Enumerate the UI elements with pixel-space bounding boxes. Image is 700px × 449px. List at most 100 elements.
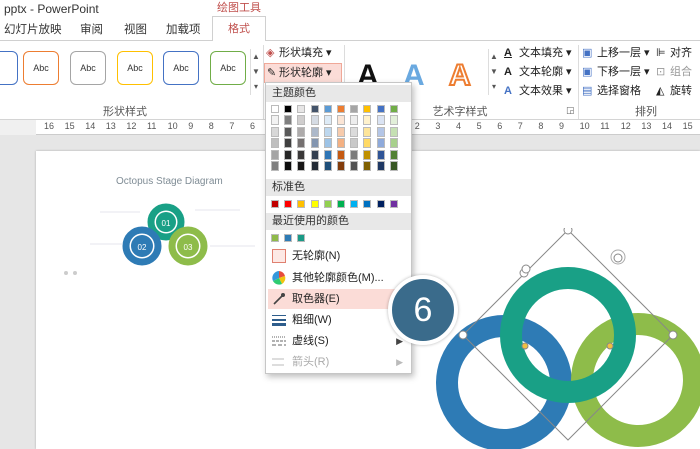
rotate-button[interactable]: ◭ 旋转 <box>656 82 692 100</box>
shape-style-preset[interactable]: Abc <box>70 51 106 85</box>
theme-color-swatch[interactable] <box>310 138 319 148</box>
theme-color-swatch[interactable] <box>376 115 385 125</box>
bring-forward-button[interactable]: ▣ 上移一层 ▾ <box>582 44 650 62</box>
theme-color-swatch[interactable] <box>323 105 332 113</box>
theme-color-swatch[interactable] <box>284 126 293 137</box>
align-button[interactable]: ⊫ 对齐 <box>656 44 692 62</box>
standard-color-swatch[interactable] <box>337 200 345 208</box>
theme-color-swatch[interactable] <box>337 105 345 113</box>
theme-color-swatch[interactable] <box>297 126 306 137</box>
send-backward-button[interactable]: ▣ 下移一层 ▾ <box>582 63 650 81</box>
tab-view[interactable]: 视图 <box>124 21 147 39</box>
shape-style-preset[interactable]: Abc <box>163 51 199 85</box>
theme-color-swatch[interactable] <box>350 149 359 160</box>
theme-color-swatch[interactable] <box>363 105 372 113</box>
theme-color-swatch[interactable] <box>271 126 279 137</box>
theme-color-swatch[interactable] <box>271 115 279 125</box>
theme-color-swatch[interactable] <box>297 149 306 160</box>
theme-color-swatch[interactable] <box>363 138 372 148</box>
theme-color-swatch[interactable] <box>337 115 345 125</box>
theme-color-swatch[interactable] <box>389 115 398 125</box>
standard-color-swatch[interactable] <box>297 200 306 208</box>
theme-color-swatch[interactable] <box>363 126 372 137</box>
theme-color-swatch[interactable] <box>350 105 359 113</box>
theme-color-swatch[interactable] <box>323 115 332 125</box>
theme-color-swatch[interactable] <box>363 161 372 171</box>
shape-style-preset[interactable]: Abc <box>210 51 246 85</box>
text-effect-button[interactable]: A 文本效果 ▾ <box>504 82 572 100</box>
theme-color-swatch[interactable] <box>337 161 345 171</box>
theme-color-swatch[interactable] <box>323 161 332 171</box>
tab-review[interactable]: 审阅 <box>80 21 103 39</box>
more-outline-colors-item[interactable]: 其他轮廓颜色(M)... <box>268 268 409 288</box>
theme-color-swatch[interactable] <box>389 161 398 171</box>
theme-color-swatch[interactable] <box>271 105 279 113</box>
theme-color-swatch[interactable] <box>350 126 359 137</box>
recent-color-swatch[interactable] <box>271 234 279 242</box>
theme-color-swatch[interactable] <box>310 115 319 125</box>
text-fill-button[interactable]: A 文本填充 ▾ <box>504 44 572 62</box>
arrows-item[interactable]: 箭头(R) ▶ <box>268 352 409 372</box>
theme-color-swatch[interactable] <box>284 149 293 160</box>
shape-style-preset[interactable] <box>0 51 18 85</box>
tab-format[interactable]: 格式 <box>212 16 266 41</box>
theme-color-swatch[interactable] <box>310 149 319 160</box>
theme-color-swatch[interactable] <box>363 149 372 160</box>
thumbnail-diagram[interactable]: 01 02 03 <box>60 190 260 285</box>
theme-color-swatch[interactable] <box>297 161 306 171</box>
theme-color-swatch[interactable] <box>350 138 359 148</box>
theme-color-swatch[interactable] <box>297 115 306 125</box>
theme-color-swatch[interactable] <box>284 115 293 125</box>
recent-color-swatch[interactable] <box>284 234 293 242</box>
theme-color-swatch[interactable] <box>271 138 279 148</box>
theme-color-swatch[interactable] <box>297 105 306 113</box>
theme-color-swatch[interactable] <box>310 126 319 137</box>
theme-color-swatch[interactable] <box>376 126 385 137</box>
standard-color-swatch[interactable] <box>389 200 398 208</box>
theme-color-swatch[interactable] <box>323 126 332 137</box>
standard-color-swatch[interactable] <box>284 200 293 208</box>
standard-color-swatch[interactable] <box>376 200 385 208</box>
theme-color-swatch[interactable] <box>376 149 385 160</box>
theme-color-swatch[interactable] <box>389 138 398 148</box>
standard-color-swatch[interactable] <box>323 200 332 208</box>
theme-color-swatch[interactable] <box>297 138 306 148</box>
group-button[interactable]: ⊡ 组合 <box>656 63 692 81</box>
no-outline-item[interactable]: 无轮廓(N) <box>268 246 409 266</box>
theme-color-swatch[interactable] <box>323 149 332 160</box>
theme-color-swatch[interactable] <box>376 161 385 171</box>
theme-color-swatch[interactable] <box>271 161 279 171</box>
shape-fill-button[interactable]: ◈ 形状填充 ▾ <box>266 44 332 62</box>
theme-color-swatch[interactable] <box>363 115 372 125</box>
standard-color-swatch[interactable] <box>271 200 279 208</box>
theme-color-swatch[interactable] <box>376 138 385 148</box>
theme-color-swatch[interactable] <box>337 126 345 137</box>
theme-color-swatch[interactable] <box>284 161 293 171</box>
theme-color-swatch[interactable] <box>389 149 398 160</box>
recent-color-swatch[interactable] <box>297 234 306 242</box>
theme-color-swatch[interactable] <box>350 115 359 125</box>
shape-style-preset[interactable]: Abc <box>117 51 153 85</box>
theme-color-swatch[interactable] <box>389 105 398 113</box>
theme-color-swatch[interactable] <box>337 138 345 148</box>
wordart-scroll[interactable]: ▲ ▼ ▾ <box>488 49 499 95</box>
tab-slideshow[interactable]: 幻灯片放映 <box>4 21 62 39</box>
selected-diagram[interactable] <box>436 228 700 449</box>
theme-color-swatch[interactable] <box>284 138 293 148</box>
theme-color-swatch[interactable] <box>284 105 293 113</box>
selection-pane-button[interactable]: ▤ 选择窗格 <box>582 82 641 100</box>
standard-color-swatch[interactable] <box>350 200 359 208</box>
standard-color-swatch[interactable] <box>363 200 372 208</box>
tab-addins[interactable]: 加载项 <box>166 21 201 39</box>
shape-style-preset[interactable]: Abc <box>23 51 59 85</box>
dashes-item[interactable]: 虚线(S) ▶ <box>268 331 409 351</box>
shape-outline-button[interactable]: ✎ 形状轮廓 ▾ <box>264 63 342 83</box>
standard-color-swatch[interactable] <box>310 200 319 208</box>
gallery-scroll[interactable]: ▲ ▼ ▾ <box>250 49 261 95</box>
text-outline-button[interactable]: A 文本轮廓 ▾ <box>504 63 572 81</box>
theme-color-swatch[interactable] <box>310 105 319 113</box>
theme-color-swatch[interactable] <box>350 161 359 171</box>
theme-color-swatch[interactable] <box>337 149 345 160</box>
theme-color-swatch[interactable] <box>389 126 398 137</box>
theme-color-swatch[interactable] <box>310 161 319 171</box>
